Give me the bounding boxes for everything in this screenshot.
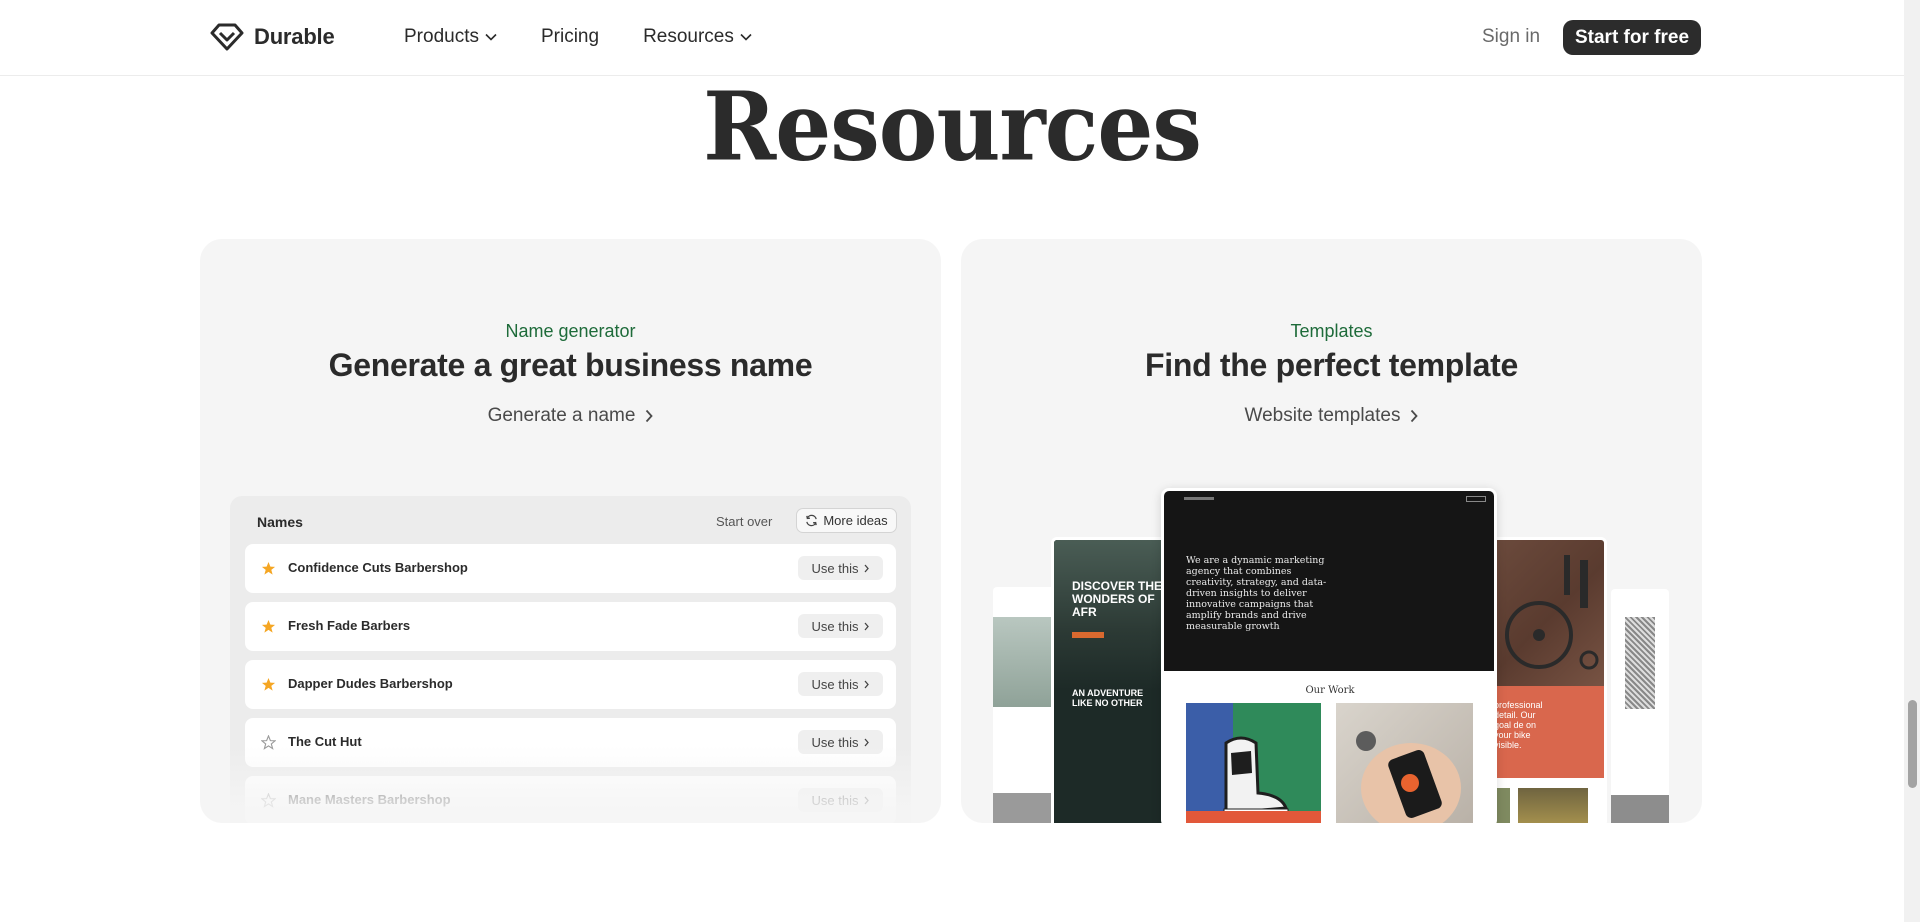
template-work-image-floor: [1186, 811, 1321, 823]
template-preview-far-right[interactable]: [1611, 589, 1669, 823]
use-this-label: Use this: [811, 676, 859, 692]
names-panel: Names Start over More ideas Confidence C…: [230, 496, 911, 823]
page-title: Resources: [703, 69, 1202, 183]
use-this-button[interactable]: Use this: [798, 556, 883, 580]
template-preview-bike[interactable]: professional detail. Our goal de on your…: [1491, 537, 1607, 823]
use-this-label: Use this: [811, 618, 859, 634]
name-row[interactable]: Fresh Fade Barbers Use this: [245, 602, 896, 651]
star-filled-icon[interactable]: [261, 677, 276, 692]
template-body-text: professional detail. Our goal de on your…: [1494, 700, 1543, 750]
template-hero-dark: We are a dynamic marketing agency that c…: [1164, 491, 1494, 671]
page: Durable Products Pricing Resources Sign …: [0, 0, 1920, 922]
name-row[interactable]: Mane Masters Barbershop Use this: [245, 776, 896, 823]
nav-pricing[interactable]: Pricing: [541, 26, 599, 48]
name-generator-heading: Generate a great business name: [328, 347, 813, 383]
star-filled-icon[interactable]: [261, 619, 276, 634]
template-preview-adventure[interactable]: DISCOVER THE WONDERS OF AFR AN ADVENTURE…: [1051, 537, 1163, 823]
generate-a-name-link[interactable]: Generate a name: [200, 405, 941, 427]
template-subhead: AN ADVENTURE LIKE NO OTHER: [1072, 688, 1144, 708]
chevron-down-icon: [485, 33, 497, 41]
logo-text: Durable: [254, 24, 335, 49]
name-label: Dapper Dudes Barbershop: [288, 676, 453, 691]
website-templates-link[interactable]: Website templates: [961, 405, 1702, 427]
template-nav-button: [1466, 496, 1486, 502]
sneaker-icon: [1223, 736, 1289, 816]
phone-icon: [1356, 731, 1461, 823]
chevron-right-icon: [864, 564, 870, 572]
chevron-right-icon: [864, 796, 870, 804]
use-this-button[interactable]: Use this: [798, 614, 883, 638]
template-gallery: [1494, 788, 1604, 823]
name-label: Fresh Fade Barbers: [288, 618, 411, 633]
sign-in-link[interactable]: Sign in: [1482, 26, 1540, 48]
page-scrollbar[interactable]: [1904, 0, 1920, 922]
templates-eyebrow: Templates: [1290, 321, 1373, 341]
website-templates-label: Website templates: [1244, 405, 1401, 426]
nav-resources-label: Resources: [643, 26, 734, 47]
template-work-image-phone: [1336, 703, 1473, 823]
chevron-right-icon: [864, 738, 870, 746]
site-header: Durable Products Pricing Resources Sign …: [0, 0, 1904, 76]
chevron-right-icon: [646, 409, 654, 423]
durable-logo-icon: [210, 23, 244, 51]
templates-card: Templates Find the perfect template Webs…: [961, 239, 1702, 823]
templates-heading: Find the perfect template: [1144, 347, 1518, 383]
scrollbar-thumb[interactable]: [1908, 700, 1917, 788]
chevron-right-icon: [1411, 409, 1419, 423]
names-panel-title: Names: [257, 514, 303, 530]
template-hero-image: [1494, 540, 1604, 690]
name-row[interactable]: The Cut Hut Use this: [245, 718, 896, 767]
template-image: [1625, 617, 1655, 709]
template-tagline: We are a dynamic marketing agency that c…: [1186, 555, 1327, 632]
nav-pricing-label: Pricing: [540, 26, 600, 47]
use-this-label: Use this: [811, 560, 859, 576]
more-ideas-button[interactable]: More ideas: [796, 508, 897, 533]
name-generator-eyebrow: Name generator: [505, 321, 636, 341]
template-work-image-sneaker: [1186, 703, 1321, 823]
start-for-free-button[interactable]: Start for free: [1563, 20, 1701, 55]
logo[interactable]: Durable: [210, 22, 335, 52]
name-row[interactable]: Dapper Dudes Barbershop Use this: [245, 660, 896, 709]
template-button: [1072, 632, 1104, 638]
chevron-down-icon: [740, 33, 752, 41]
template-headline: DISCOVER THE WONDERS OF AFR: [1072, 579, 1163, 619]
use-this-button[interactable]: Use this: [798, 788, 883, 812]
generate-a-name-label: Generate a name: [487, 405, 636, 426]
star-filled-icon[interactable]: [261, 561, 276, 576]
name-label: Mane Masters Barbershop: [288, 792, 451, 807]
template-gallery-image: [1518, 788, 1588, 823]
bicycle-icon: [1505, 555, 1599, 670]
nav-products[interactable]: Products: [404, 26, 497, 48]
name-label: Confidence Cuts Barbershop: [288, 560, 468, 575]
name-label: The Cut Hut: [288, 734, 362, 749]
template-footer-block: [1611, 795, 1669, 823]
template-nav-logo: [1184, 497, 1214, 500]
use-this-label: Use this: [811, 734, 859, 750]
nav-products-label: Products: [404, 26, 479, 47]
chevron-right-icon: [864, 680, 870, 688]
use-this-button[interactable]: Use this: [798, 672, 883, 696]
chevron-right-icon: [864, 622, 870, 630]
name-generator-card: Name generator Generate a great business…: [200, 239, 941, 823]
start-over-button[interactable]: Start over: [716, 514, 772, 529]
star-outline-icon[interactable]: [261, 735, 276, 750]
use-this-label: Use this: [811, 792, 859, 808]
refresh-icon: [806, 514, 818, 527]
name-row[interactable]: Confidence Cuts Barbershop Use this: [245, 544, 896, 593]
more-ideas-label: More ideas: [823, 513, 888, 528]
main-nav: Products Pricing Resources: [404, 26, 752, 48]
template-preview-agency[interactable]: We are a dynamic marketing agency that c…: [1161, 488, 1497, 823]
nav-resources[interactable]: Resources: [643, 26, 752, 48]
use-this-button[interactable]: Use this: [798, 730, 883, 754]
template-section-title: Our Work: [1305, 685, 1355, 696]
template-orange-section: professional detail. Our goal de on your…: [1494, 686, 1604, 778]
star-outline-icon[interactable]: [261, 793, 276, 808]
